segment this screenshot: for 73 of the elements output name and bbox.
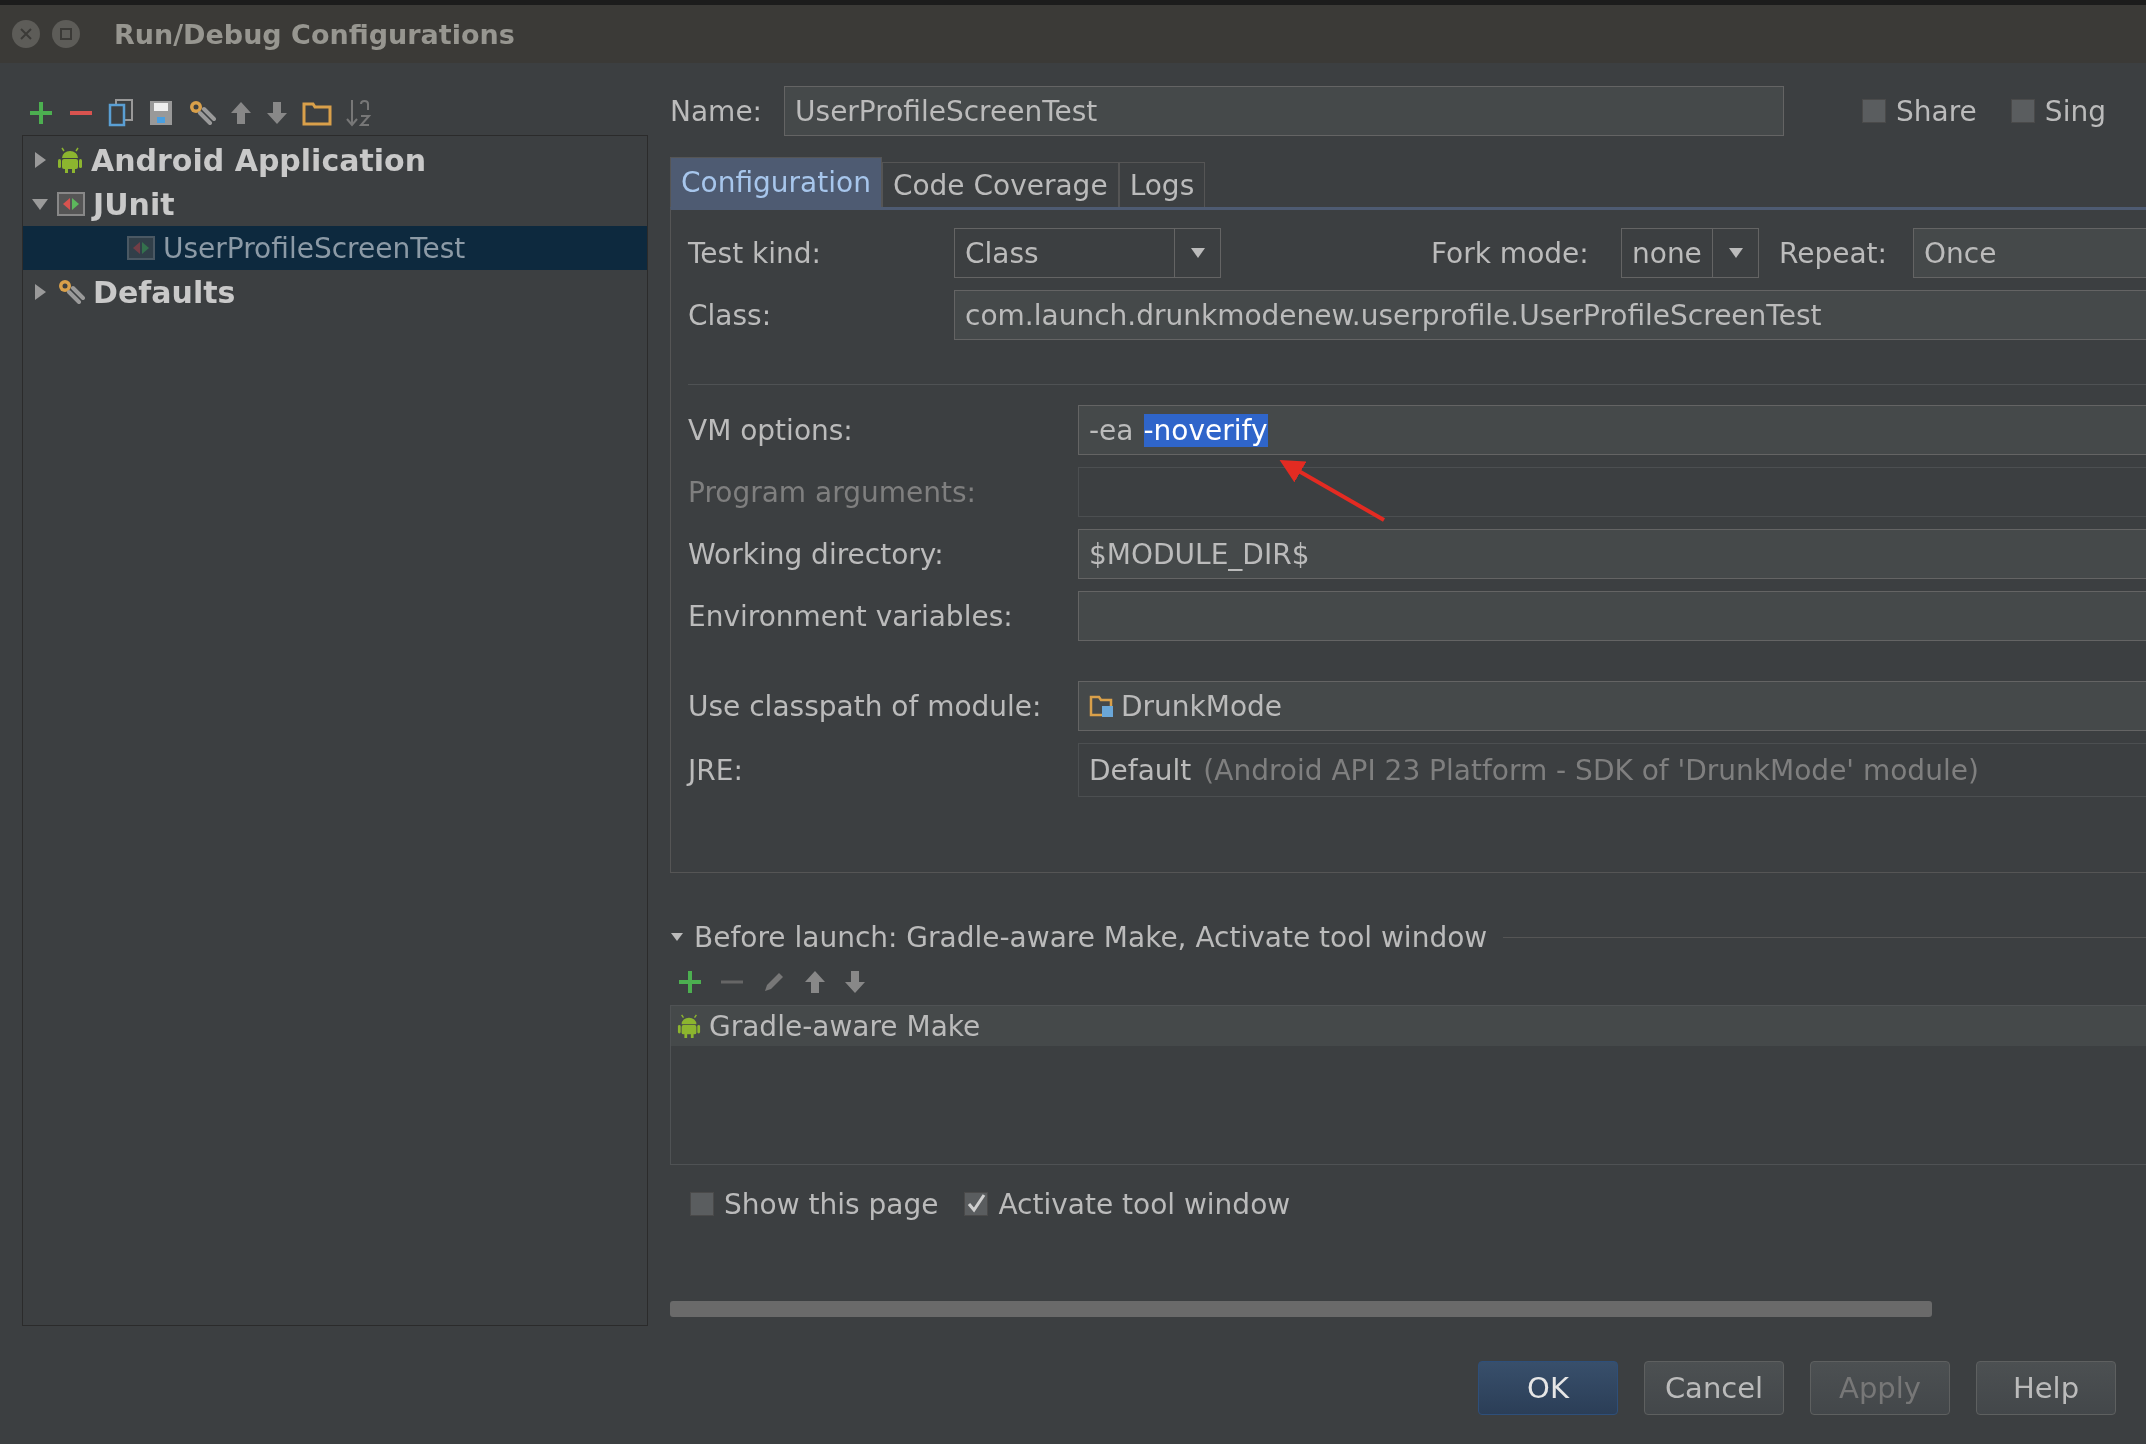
checkbox[interactable]: [2010, 99, 2035, 123]
dropdown-arrow-icon[interactable]: [1190, 248, 1205, 258]
field-label: Program arguments:: [688, 475, 977, 509]
test-config-icon: [57, 191, 85, 217]
edit-icon[interactable]: [762, 970, 786, 994]
tab[interactable]: Configuration: [670, 157, 882, 207]
module-dropdown[interactable]: DrunkMode: [1078, 681, 2146, 731]
field-label: VM options:: [688, 413, 854, 447]
tab[interactable]: Logs: [1118, 162, 1206, 207]
wrench-icon: [188, 99, 216, 127]
tree-item[interactable]: Android Application: [23, 138, 647, 182]
tree-item[interactable]: Defaults: [23, 270, 647, 314]
test-config-icon: [127, 235, 155, 261]
field-value: $MODULE_DIR$: [1089, 537, 1310, 571]
move-up-icon[interactable]: [804, 970, 826, 994]
copy-icon[interactable]: [108, 99, 134, 127]
checkbox[interactable]: [1862, 99, 1887, 123]
checkbox-label: Share: [1896, 94, 1977, 128]
dialog-button[interactable]: Help: [1976, 1361, 2116, 1415]
move-down-icon[interactable]: [844, 970, 866, 994]
dialog-button[interactable]: Cancel: [1644, 1361, 1784, 1415]
field-hint: (Android API 23 Platform - SDK of 'DrunkMode' module): [1203, 753, 1979, 787]
field-label: Fork mode:: [1431, 236, 1590, 270]
field-label: Working directory:: [688, 537, 945, 571]
dropdown[interactable]: none: [1621, 228, 1759, 278]
scrollbar[interactable]: [670, 1301, 1932, 1317]
class-field[interactable]: com.launch.drunkmodenew.userprofile.UserProfileScreenTest: [954, 290, 2146, 340]
add-icon[interactable]: [678, 970, 702, 994]
field-label: Class:: [688, 298, 773, 332]
section-title: Before launch: Gradle-aware Make, Activate tool window: [694, 920, 1488, 954]
window-title: Run/Debug Configurations: [114, 18, 515, 50]
dropdown[interactable]: Class: [954, 228, 1221, 278]
jre-field[interactable]: Default (Android API 23 Platform - SDK of 'DrunkMode' module): [1078, 743, 2146, 797]
dropdown-arrow-icon[interactable]: [1728, 248, 1743, 258]
sort-icon[interactable]: [346, 98, 372, 128]
add-icon[interactable]: [28, 100, 54, 126]
close-icon: [19, 27, 33, 41]
android-icon: [57, 147, 83, 173]
module-folder-icon: [1089, 694, 1115, 718]
task-item[interactable]: Gradle-aware Make: [671, 1006, 2146, 1046]
close-button[interactable]: [12, 20, 40, 48]
checkbox[interactable]: [964, 1192, 989, 1216]
field-label: Use classpath of module:: [688, 689, 1043, 723]
move-down-icon[interactable]: [266, 100, 288, 126]
checkbox[interactable]: [690, 1192, 714, 1216]
save-icon[interactable]: [148, 99, 174, 127]
field-value: Default: [1089, 753, 1192, 787]
dialog-button[interactable]: OK: [1478, 1361, 1618, 1415]
input-field[interactable]: -ea -noverify: [1078, 405, 2146, 455]
maximize-icon: [59, 27, 73, 41]
folder-icon[interactable]: [302, 100, 332, 126]
field-label: Repeat:: [1779, 236, 1888, 270]
field-label: Test kind:: [688, 236, 822, 270]
input-field[interactable]: [1078, 467, 2146, 517]
tree-item[interactable]: JUnit: [23, 182, 647, 226]
android-icon: [677, 1014, 701, 1038]
input-field[interactable]: $MODULE_DIR$: [1078, 529, 2146, 579]
name-field[interactable]: UserProfileScreenTest: [784, 86, 1785, 136]
wrench-icon: [57, 278, 85, 306]
checkbox-label: Show this page: [724, 1187, 939, 1221]
checkbox-label: Sing: [2044, 94, 2106, 128]
input-field[interactable]: [1078, 591, 2146, 641]
repeat-dropdown[interactable]: Once: [1913, 228, 2146, 278]
tab[interactable]: Code Coverage: [881, 162, 1119, 207]
selected-text: -noverify: [1143, 413, 1268, 447]
field-label: JRE:: [688, 753, 744, 787]
field-value: -ea: [1089, 413, 1134, 447]
move-up-icon[interactable]: [230, 100, 252, 126]
tree-item[interactable]: UserProfileScreenTest: [23, 226, 647, 270]
field-label: Environment variables:: [688, 599, 1014, 633]
field-label: Name:: [670, 94, 763, 128]
checkbox-label: Activate tool window: [998, 1187, 1291, 1221]
maximize-button[interactable]: [52, 20, 80, 48]
